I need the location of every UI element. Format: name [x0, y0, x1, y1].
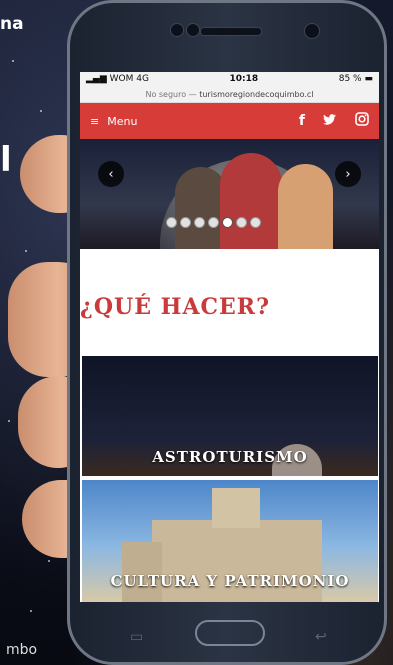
- hero-slider[interactable]: ‹ ›: [80, 139, 379, 249]
- card-label: ASTROTURISMO: [152, 448, 308, 466]
- back-key[interactable]: ↩: [315, 629, 327, 645]
- slider-dot-active[interactable]: [222, 217, 233, 228]
- background-text-top: na: [0, 14, 24, 34]
- battery-label: 85 %: [338, 74, 362, 84]
- card-label: CULTURA Y PATRIMONIO: [110, 572, 350, 590]
- clock: 10:18: [229, 74, 259, 84]
- slider-prev-button[interactable]: ‹: [98, 161, 124, 187]
- earpiece-speaker: [200, 27, 262, 36]
- slider-dot[interactable]: [180, 217, 191, 228]
- address-bar[interactable]: No seguro — turismoregiondecoquimbo.cl: [80, 86, 379, 103]
- twitter-icon[interactable]: [323, 113, 337, 129]
- section-title: ¿QUÉ HACER?: [80, 294, 270, 320]
- person-image: [278, 164, 333, 249]
- site-header: ≡ Menu f: [80, 103, 379, 139]
- slider-dot[interactable]: [166, 217, 177, 228]
- carrier-label: WOM: [109, 74, 134, 84]
- browser-screen: ▂▄▆ WOM 4G 10:18 85 % ▬ No seguro — turi…: [80, 72, 379, 602]
- slider-dot[interactable]: [250, 217, 261, 228]
- slider-dot[interactable]: [236, 217, 247, 228]
- battery-info: 85 % ▬: [339, 74, 373, 84]
- social-links: f: [299, 112, 369, 130]
- home-button[interactable]: [195, 620, 265, 646]
- carrier-info: ▂▄▆ WOM 4G: [86, 74, 149, 84]
- battery-icon: ▬: [364, 74, 373, 84]
- cultura-patrimonio-card[interactable]: CULTURA Y PATRIMONIO: [82, 480, 378, 602]
- status-bar: ▂▄▆ WOM 4G 10:18 85 % ▬: [80, 72, 379, 86]
- person-image: [220, 153, 282, 249]
- background-text-side: l: [0, 140, 12, 180]
- network-label: 4G: [136, 74, 149, 84]
- recent-apps-key[interactable]: ▭: [130, 629, 143, 645]
- slider-dot[interactable]: [194, 217, 205, 228]
- menu-button[interactable]: ≡ Menu: [90, 115, 137, 128]
- facebook-icon[interactable]: f: [299, 113, 305, 129]
- astroturismo-card[interactable]: ASTROTURISMO: [82, 356, 378, 476]
- slider-dot[interactable]: [208, 217, 219, 228]
- front-camera-icon: [304, 23, 320, 39]
- slider-next-button[interactable]: ›: [335, 161, 361, 187]
- slider-pagination: [166, 217, 261, 228]
- sensor-icon: [170, 23, 184, 37]
- url-domain: turismoregiondecoquimbo.cl: [199, 89, 314, 99]
- background-text-bottom: mbo: [6, 642, 38, 658]
- chevron-right-icon: ›: [345, 166, 351, 182]
- sensor-icon: [186, 23, 200, 37]
- menu-label: Menu: [107, 114, 138, 128]
- church-tower-image: [212, 488, 260, 528]
- chevron-left-icon: ‹: [108, 166, 114, 182]
- instagram-icon[interactable]: [355, 112, 369, 130]
- security-label: No seguro —: [145, 89, 197, 99]
- signal-icon: ▂▄▆: [86, 74, 107, 84]
- hamburger-icon: ≡: [90, 114, 100, 128]
